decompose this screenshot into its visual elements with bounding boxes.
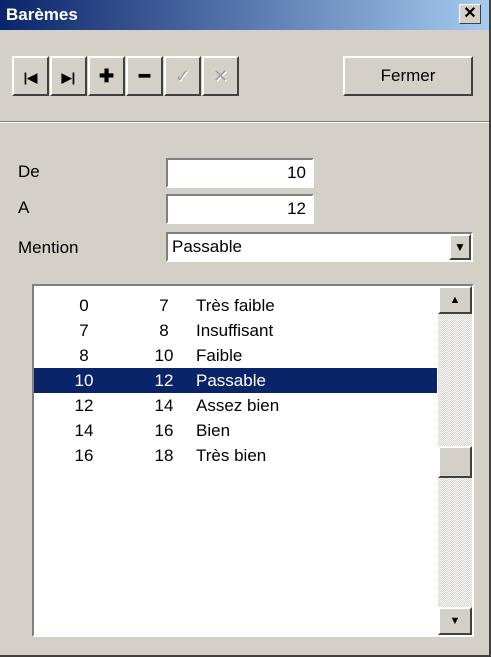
list-item[interactable]: 12 14 Assez bien — [34, 393, 437, 418]
list-item[interactable]: 8 10 Faible — [34, 343, 437, 368]
last-record-button[interactable]: ▶| — [50, 56, 87, 96]
list-item[interactable]: 7 8 Insuffisant — [34, 318, 437, 343]
first-record-button[interactable]: |◀ — [12, 56, 49, 96]
window-close-button[interactable]: ✕ — [459, 4, 481, 24]
from-value: 12 — [74, 396, 94, 415]
chevron-down-icon: ▼ — [449, 615, 461, 627]
from-value: 7 — [79, 321, 89, 340]
bareme-list[interactable]: 0 7 Très faible 7 8 Insuffisant 8 10 Fai… — [32, 284, 474, 637]
mention-select[interactable]: Passable ▼ — [166, 232, 473, 262]
de-label: De — [18, 162, 40, 181]
list-item-selected[interactable]: 10 12 Passable — [34, 368, 437, 393]
to-value: 16 — [154, 421, 174, 440]
from-value: 14 — [74, 421, 94, 440]
scroll-thumb[interactable] — [438, 446, 472, 478]
mention-value: Très bien — [196, 446, 267, 465]
chevron-up-icon: ▲ — [449, 294, 461, 306]
scroll-down-button[interactable]: ▼ — [438, 607, 472, 635]
mention-value: Insuffisant — [196, 321, 274, 340]
first-record-icon: |◀ — [23, 70, 38, 85]
a-label: A — [18, 198, 30, 217]
to-value: 10 — [154, 346, 174, 365]
chevron-down-icon: ▼ — [454, 240, 466, 254]
vertical-scrollbar[interactable]: ▲ ▼ — [438, 286, 472, 635]
cancel-icon: ✕ — [212, 66, 229, 86]
mention-selected-value: Passable — [172, 237, 242, 256]
a-field[interactable]: 12 — [166, 194, 314, 224]
list-item[interactable]: 16 18 Très bien — [34, 443, 437, 468]
close-icon: ✕ — [463, 5, 477, 22]
confirm-button[interactable]: ✓ — [164, 56, 201, 96]
list-item[interactable]: 0 7 Très faible — [34, 293, 437, 318]
dropdown-arrow-button[interactable]: ▼ — [449, 234, 471, 260]
to-value: 18 — [154, 446, 174, 465]
title-bar[interactable]: Barèmes ✕ — [0, 0, 489, 30]
to-value: 14 — [154, 396, 174, 415]
from-value: 10 — [74, 371, 94, 390]
mention-label: Mention — [18, 238, 79, 257]
bareme-window: Barèmes ✕ |◀ ▶| ✚ ━ ✓ ✕ Fermer De 10 A 1… — [0, 0, 491, 657]
remove-record-button[interactable]: ━ — [126, 56, 163, 96]
from-value: 8 — [79, 346, 89, 365]
remove-icon: ━ — [139, 66, 150, 86]
fermer-button[interactable]: Fermer — [343, 56, 473, 96]
de-field[interactable]: 10 — [166, 158, 314, 188]
to-value: 7 — [159, 296, 169, 315]
mention-value: Assez bien — [196, 396, 280, 415]
from-value: 16 — [74, 446, 94, 465]
separator — [0, 121, 489, 123]
confirm-icon: ✓ — [174, 66, 191, 86]
mention-value: Bien — [196, 421, 231, 440]
cancel-button[interactable]: ✕ — [202, 56, 239, 96]
last-record-icon: ▶| — [61, 70, 76, 85]
mention-value: Passable — [196, 371, 266, 390]
mention-value: Très faible — [196, 296, 275, 315]
to-value: 12 — [154, 371, 174, 390]
add-icon: ✚ — [98, 66, 115, 86]
from-value: 0 — [79, 296, 89, 315]
add-record-button[interactable]: ✚ — [88, 56, 125, 96]
list-item[interactable]: 14 16 Bien — [34, 418, 437, 443]
window-title: Barèmes — [6, 5, 78, 24]
scroll-up-button[interactable]: ▲ — [438, 286, 472, 314]
mention-value: Faible — [196, 346, 243, 365]
to-value: 8 — [159, 321, 169, 340]
